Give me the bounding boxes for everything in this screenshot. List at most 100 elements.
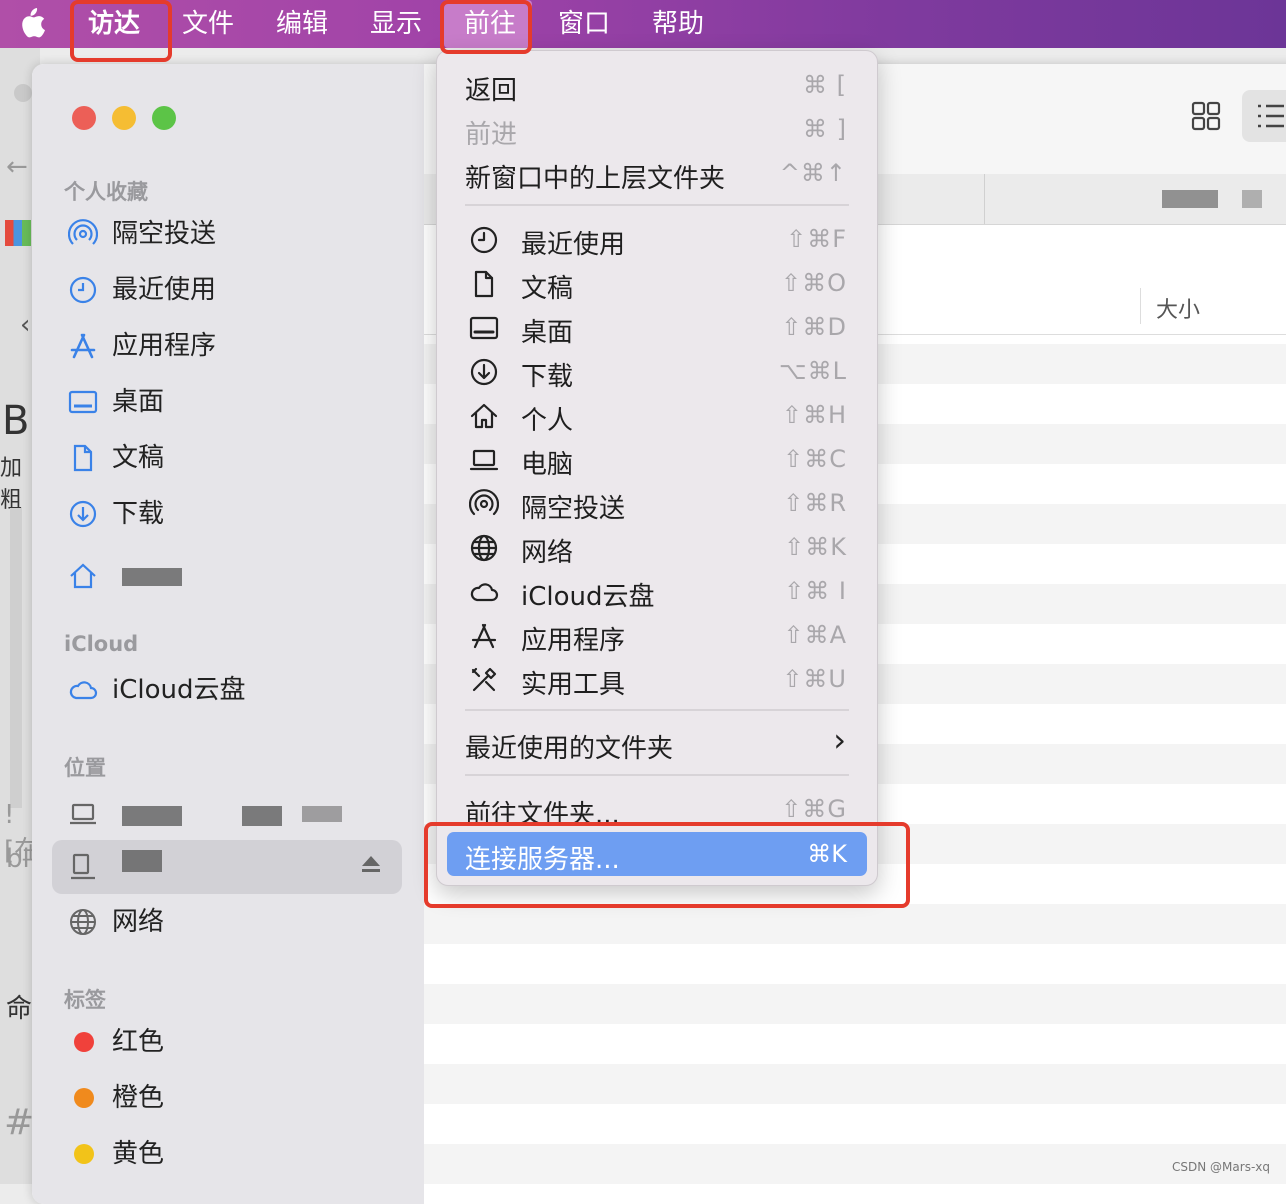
bold-glyph: B (2, 398, 30, 444)
scrollbar[interactable] (10, 508, 22, 808)
menu-item-label: 电脑 (521, 450, 574, 480)
list-view-button[interactable] (1242, 90, 1286, 142)
menu-item-shortcut: ⌘ ] (803, 115, 847, 143)
eject-icon[interactable] (360, 854, 382, 874)
table-row[interactable] (424, 984, 1286, 1024)
sidebar-item-server-selected[interactable] (52, 840, 402, 894)
table-row[interactable] (424, 904, 1286, 944)
watermark: CSDN @Mars-xq (1172, 1160, 1270, 1174)
menu-item-place[interactable]: 个人 ⇧⌘H (437, 393, 877, 437)
menu-view[interactable]: 显示 (370, 0, 422, 48)
menu-item-place[interactable]: 桌面 ⇧⌘D (437, 305, 877, 349)
menu-item-label: 个人 (521, 406, 574, 436)
menu-item-label: 下载 (521, 362, 574, 392)
redacted-label (242, 806, 282, 826)
grid-view-icon[interactable] (1190, 100, 1222, 132)
tag-dot-orange (74, 1088, 94, 1108)
redacted-label (122, 806, 182, 826)
menu-item-place[interactable]: 隔空投送 ⇧⌘R (437, 481, 877, 525)
annotation-box-finder (70, 0, 172, 62)
menu-item-shortcut: ^⌘↑ (779, 159, 847, 187)
menu-window[interactable]: 窗口 (558, 0, 610, 48)
menu-item-enclosing-folder[interactable]: 新窗口中的上层文件夹 ^⌘↑ (437, 151, 877, 195)
apps-icon (469, 621, 499, 651)
sidebar-item-label: 应用程序 (112, 331, 217, 361)
document-icon (68, 443, 98, 473)
menu-item-forward[interactable]: 前进 ⌘ ] (437, 107, 877, 151)
close-button[interactable] (72, 106, 96, 130)
menu-item-label: 最近使用的文件夹 (465, 734, 674, 764)
download-icon (68, 499, 98, 529)
menu-item-shortcut: ⇧⌘O (781, 269, 847, 297)
menu-item-place[interactable]: iCloud云盘 ⇧⌘ I (437, 569, 877, 613)
tab-divider (984, 174, 985, 224)
menu-item-label: 文稿 (521, 274, 574, 304)
menu-item-shortcut: ⇧⌘K (784, 533, 847, 561)
menu-item-shortcut: ⇧⌘A (783, 621, 847, 649)
menu-bar: 访达 文件 编辑 显示 前往 窗口 帮助 (0, 0, 1286, 48)
menu-item-place[interactable]: 下载 ⌥⌘L (437, 349, 877, 393)
menu-separator (465, 709, 849, 711)
tag-dot-yellow (74, 1144, 94, 1164)
globe-icon (469, 533, 499, 563)
annotation-box-connect-server (424, 822, 910, 908)
size-column-header[interactable]: 大小 (1156, 292, 1200, 324)
window-button (14, 84, 32, 102)
annotation-box-go-menu (440, 0, 532, 54)
menu-item-place[interactable]: 实用工具 ⇧⌘U (437, 657, 877, 701)
menu-file[interactable]: 文件 (182, 0, 234, 48)
home-icon (469, 401, 499, 431)
column-divider (1140, 288, 1141, 324)
table-row[interactable] (424, 1184, 1286, 1204)
menu-item-label: 实用工具 (521, 670, 626, 700)
laptop-icon (469, 445, 499, 475)
laptop-icon (68, 799, 98, 829)
redacted-label (302, 806, 342, 822)
menu-item-place[interactable]: 应用程序 ⇧⌘A (437, 613, 877, 657)
clock-icon (469, 225, 499, 255)
desktop-icon (68, 387, 98, 417)
menu-separator (465, 774, 849, 776)
table-row[interactable] (424, 1024, 1286, 1064)
menu-item-label: 返回 (465, 76, 518, 106)
zoom-button[interactable] (152, 106, 176, 130)
menu-edit[interactable]: 编辑 (276, 0, 328, 48)
tag-dot-red (74, 1032, 94, 1052)
apple-logo-icon[interactable] (16, 6, 46, 40)
menu-item-label: 最近使用 (521, 230, 626, 260)
download-icon (469, 357, 499, 387)
text-snippet-3: 命 (6, 994, 33, 1024)
menu-item-shortcut: ⇧⌘C (783, 445, 847, 473)
menu-item-back[interactable]: 返回 ⌘ [ (437, 63, 877, 107)
sidebar-item-label: iCloud云盘 (112, 675, 246, 705)
back-arrow-icon: ← (6, 152, 28, 182)
locations-heading: 位置 (64, 756, 106, 780)
home-icon (68, 561, 98, 591)
apps-icon (68, 331, 98, 361)
table-row[interactable] (424, 944, 1286, 984)
menu-item-place[interactable]: 最近使用 ⇧⌘F (437, 217, 877, 261)
menu-item-label: iCloud云盘 (521, 582, 655, 612)
menu-separator (465, 204, 849, 206)
cloud-icon (469, 577, 499, 607)
table-row[interactable] (424, 1064, 1286, 1104)
sidebar-item-label: 隔空投送 (112, 219, 217, 249)
table-row[interactable] (424, 1104, 1286, 1144)
text-snippet-4: # (4, 1102, 35, 1143)
menu-item-recent-folders[interactable]: 最近使用的文件夹 › (437, 721, 877, 765)
menu-item-shortcut: ⇧⌘ I (784, 577, 847, 605)
menu-item-place[interactable]: 文稿 ⇧⌘O (437, 261, 877, 305)
tags-heading: 标签 (64, 988, 106, 1012)
menu-help[interactable]: 帮助 (652, 0, 704, 48)
chevron-left-icon: ‹ (20, 310, 31, 340)
list-view-icon (1258, 104, 1284, 128)
redacted-tab-label (1162, 190, 1218, 208)
airdrop-icon (68, 219, 98, 249)
menu-item-place[interactable]: 电脑 ⇧⌘C (437, 437, 877, 481)
sidebar-item-label: 最近使用 (112, 275, 217, 305)
sidebar-item-label: 桌面 (112, 387, 165, 417)
table-row[interactable] (424, 1144, 1286, 1184)
menu-item-place[interactable]: 网络 ⇧⌘K (437, 525, 877, 569)
minimize-button[interactable] (112, 106, 136, 130)
sidebar-item-label: 黄色 (112, 1139, 165, 1169)
